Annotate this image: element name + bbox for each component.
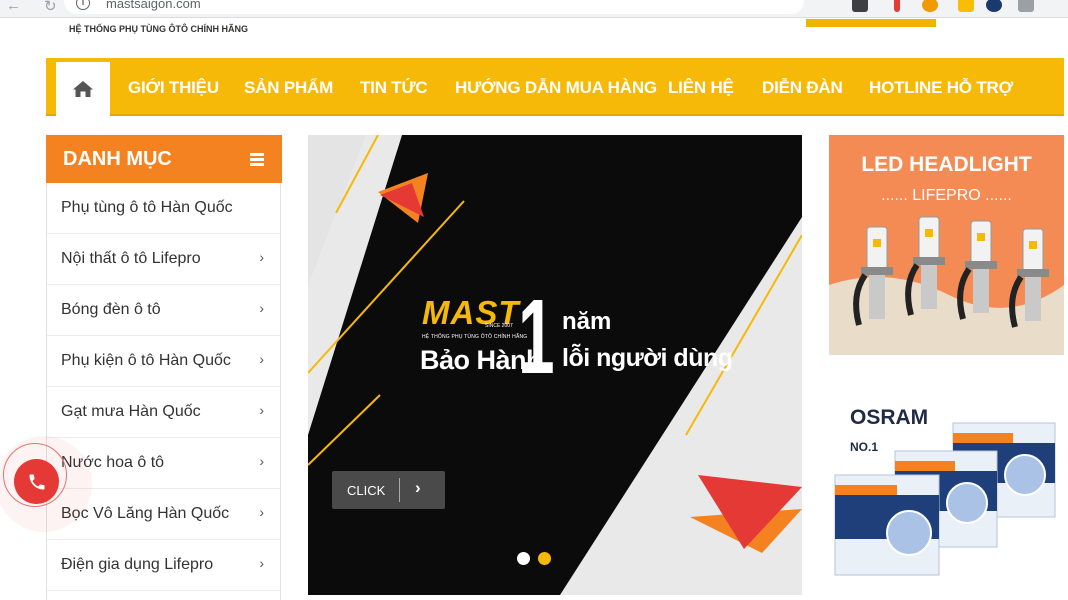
nav-item-dien-dan[interactable]: DIỄN ĐÀN	[762, 78, 843, 98]
chevron-right-icon: ›	[259, 504, 264, 520]
category-item-dien-gia-dung[interactable]: Điện gia dụng Lifepro ›	[47, 540, 280, 591]
extension-icon[interactable]	[1018, 0, 1034, 12]
chevron-right-icon: ›	[259, 351, 264, 367]
banner-year-text: năm	[562, 308, 612, 335]
ad-led-headlight[interactable]: LED HEADLIGHT ...... LIFEPRO ......	[829, 135, 1064, 355]
category-label: Gạt mưa Hàn Quốc	[61, 403, 201, 420]
extension-icon[interactable]	[958, 0, 974, 12]
click-button-label: CLICK	[347, 483, 386, 498]
extension-icon[interactable]	[922, 0, 938, 12]
call-button[interactable]	[14, 459, 59, 504]
category-item-noi-that-lifepro[interactable]: Nội thất ô tô Lifepro ›	[47, 234, 280, 285]
category-item-phu-kien-han-quoc[interactable]: Phụ kiện ô tô Hàn Quốc ›	[47, 336, 280, 387]
nav-home-button[interactable]	[56, 62, 110, 116]
category-label: Bọc Vô Lăng Hàn Quốc	[61, 505, 230, 522]
slide-dot-1[interactable]	[517, 552, 530, 565]
category-item-gat-mua[interactable]: Gạt mưa Hàn Quốc ›	[47, 387, 280, 438]
sidebar-header: DANH MỤC	[46, 135, 282, 183]
page: ← ↻ i mastsaigon.com HỆ THỐNG PHỤ TÙNG Ô…	[0, 0, 1068, 600]
extension-icon[interactable]	[852, 0, 868, 12]
category-label: Điện gia dụng Lifepro	[61, 556, 214, 573]
banner-user-error-text: lỗi người dùng	[562, 344, 733, 372]
mast-logo-tagline: HỆ THỐNG PHỤ TÙNG ÔTÔ CHÍNH HÃNG	[422, 334, 528, 340]
nav-item-gioi-thieu[interactable]: GIỚI THIỆU	[128, 78, 219, 98]
browser-toolbar: ← ↻ i mastsaigon.com	[0, 0, 1068, 18]
chevron-right-icon: ›	[259, 453, 264, 469]
browser-reload-button[interactable]: ↻	[44, 0, 57, 15]
info-circle-icon[interactable]: i	[76, 0, 90, 10]
nav-item-tin-tuc[interactable]: TIN TỨC	[360, 78, 428, 98]
browser-back-button[interactable]: ←	[6, 0, 21, 14]
led-bulbs-illustration	[829, 216, 1064, 355]
chevron-right-icon: ›	[259, 555, 264, 571]
address-bar[interactable]: i mastsaigon.com	[64, 0, 804, 14]
chevron-right-icon: ›	[259, 402, 264, 418]
mast-logo-since: SINCE 2007	[485, 323, 513, 329]
home-icon	[73, 81, 93, 97]
nav-item-san-pham[interactable]: SẢN PHẨM	[244, 78, 333, 98]
category-label: Nội thất ô tô Lifepro	[61, 250, 201, 267]
phone-icon	[29, 474, 44, 489]
header-hotline-bar[interactable]	[806, 19, 936, 27]
slide-dot-2-active[interactable]	[538, 552, 551, 565]
category-label: Phụ kiện ô tô Hàn Quốc	[61, 352, 231, 369]
category-item-bong-den[interactable]: Bóng đèn ô tô ›	[47, 285, 280, 336]
extension-icon[interactable]	[894, 0, 900, 12]
nav-item-hotline-ho-tro[interactable]: HOTLINE HỖ TRỢ	[869, 78, 1013, 98]
hamburger-menu-icon[interactable]	[250, 153, 264, 166]
banner-click-button[interactable]: CLICK ›	[332, 471, 445, 509]
ad-osram[interactable]: OSRAM NO.1	[829, 375, 1064, 600]
url-text: mastsaigon.com	[106, 0, 201, 11]
extension-icon[interactable]	[986, 0, 1002, 12]
category-label: Phụ tùng ô tô Hàn Quốc	[61, 199, 233, 216]
nav-item-lien-he[interactable]: LIÊN HỆ	[668, 78, 734, 98]
category-item-phu-tung-han-quoc[interactable]: Phụ tùng ô tô Hàn Quốc	[47, 183, 280, 234]
banner-big-number: 1	[518, 278, 555, 396]
chevron-right-icon: ›	[415, 478, 421, 497]
category-label: Bóng đèn ô tô	[61, 301, 161, 318]
chevron-right-icon: ›	[259, 300, 264, 316]
chevron-right-icon: ›	[259, 249, 264, 265]
nav-item-huong-dan-mua-hang[interactable]: HƯỚNG DẪN MUA HÀNG	[455, 78, 657, 98]
category-sidebar: DANH MỤC Phụ tùng ô tô Hàn Quốc Nội thất…	[46, 135, 282, 600]
click-button-divider	[399, 478, 400, 502]
brand-tagline: HỆ THỐNG PHỤ TÙNG ÔTÔ CHÍNH HÃNG	[69, 24, 248, 34]
sidebar-title: DANH MỤC	[63, 148, 172, 170]
osram-boxes-illustration	[834, 422, 1056, 576]
main-navbar: GIỚI THIỆU SẢN PHẨM TIN TỨC HƯỚNG DẪN MU…	[46, 58, 1064, 116]
